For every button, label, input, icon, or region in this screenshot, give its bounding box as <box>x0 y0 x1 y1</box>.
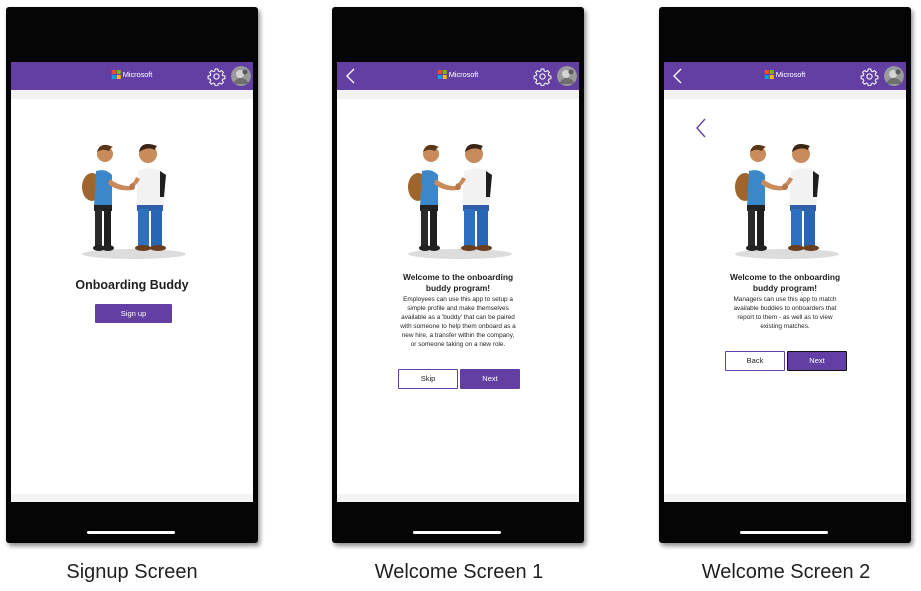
home-indicator[interactable] <box>413 531 501 534</box>
welcome-title-line-1: Welcome to the onboarding <box>402 272 514 282</box>
handshake-illustration <box>74 137 194 261</box>
welcome-title: Welcome to the onboarding buddy program! <box>700 272 870 293</box>
back-button[interactable]: Back <box>725 351 785 371</box>
gear-icon[interactable] <box>207 67 226 86</box>
handshake-illustration <box>727 137 847 261</box>
microsoft-logo: Microsoft <box>764 70 806 79</box>
brand-name: Microsoft <box>448 70 479 79</box>
welcome-title-line-2: buddy program! <box>425 282 491 293</box>
phone-welcome-1: Microsoft Welcome to the onboarding budd… <box>332 7 584 543</box>
welcome-title-line-2: buddy program! <box>752 282 818 293</box>
welcome-title-line-1: Welcome to the onboarding <box>729 272 841 282</box>
home-indicator[interactable] <box>87 531 175 534</box>
app-header: Microsoft <box>664 62 906 90</box>
home-indicator[interactable] <box>740 531 828 534</box>
description-line: available buddies to onboarders that <box>733 304 837 312</box>
sign-up-button[interactable]: Sign up <box>95 304 172 323</box>
handshake-illustration <box>400 137 520 261</box>
caption-welcome-1: Welcome Screen 1 <box>374 561 544 583</box>
description-line: with someone to help them onboard as a <box>400 322 516 330</box>
microsoft-logo-icon <box>111 70 121 79</box>
logo-tile <box>769 75 774 79</box>
description-line: Managers can use this app to match <box>733 296 837 303</box>
logo-tile <box>437 70 442 74</box>
brand-name: Microsoft <box>122 70 153 79</box>
avatar[interactable] <box>557 66 577 86</box>
gear-icon[interactable] <box>860 67 879 86</box>
logo-tile <box>111 70 116 74</box>
header-strip <box>11 90 253 99</box>
header-strip <box>337 90 579 99</box>
microsoft-logo-icon <box>764 70 774 79</box>
logo-tile <box>442 70 447 74</box>
logo-tile <box>764 75 769 79</box>
caption-welcome-2: Welcome Screen 2 <box>701 561 871 583</box>
description-line: or someone taking on a new role. <box>410 340 506 348</box>
avatar[interactable] <box>884 66 904 86</box>
description-line: new hire, a transfer within the company, <box>401 331 515 339</box>
logo-tile <box>116 70 121 74</box>
welcome-screen-1: Microsoft Welcome to the onboarding budd… <box>337 62 579 502</box>
welcome-screen-2: Microsoft Welcome to the onboarding budd… <box>664 62 906 502</box>
microsoft-logo: Microsoft <box>437 70 479 79</box>
next-button[interactable]: Next <box>787 351 847 371</box>
microsoft-logo: Microsoft <box>111 70 153 79</box>
logo-tile <box>116 75 121 79</box>
logo-tile <box>769 70 774 74</box>
description-line: available as a 'buddy' that can be paire… <box>401 313 515 321</box>
description-line: Employees can use this app to setup a <box>403 296 513 303</box>
description-line: simple profile and make themselves <box>407 304 509 312</box>
microsoft-logo-icon <box>437 70 447 79</box>
logo-tile <box>437 75 442 79</box>
footer-strip <box>664 494 906 502</box>
logo-tile <box>764 70 769 74</box>
gear-icon[interactable] <box>533 67 552 86</box>
brand-name: Microsoft <box>775 70 806 79</box>
phone-welcome-2: Microsoft Welcome to the onboarding budd… <box>659 7 911 543</box>
caption-signup: Signup Screen <box>66 561 198 583</box>
next-button[interactable]: Next <box>460 369 520 389</box>
signup-screen: Microsoft Onboarding Buddy Sign up <box>11 62 253 502</box>
logo-tile <box>442 75 447 79</box>
chevron-left-icon[interactable] <box>694 117 708 139</box>
chevron-left-icon[interactable] <box>343 66 359 86</box>
app-title: Onboarding Buddy <box>75 278 189 292</box>
welcome-description: Employees can use this app to setup a si… <box>363 296 553 349</box>
skip-button[interactable]: Skip <box>398 369 458 389</box>
avatar[interactable] <box>231 66 251 86</box>
description-line: report to them - as well as to view <box>737 313 833 321</box>
logo-tile <box>111 75 116 79</box>
footer-strip <box>11 494 253 502</box>
app-header: Microsoft <box>337 62 579 90</box>
app-header: Microsoft <box>11 62 253 90</box>
phone-signup: Microsoft Onboarding Buddy Sign up <box>6 7 258 543</box>
header-strip <box>664 90 906 99</box>
footer-strip <box>337 494 579 502</box>
chevron-left-icon[interactable] <box>670 66 686 86</box>
welcome-description: Managers can use this app to match avail… <box>700 296 870 332</box>
welcome-title: Welcome to the onboarding buddy program! <box>373 272 543 293</box>
description-line: existing matches. <box>760 322 810 330</box>
